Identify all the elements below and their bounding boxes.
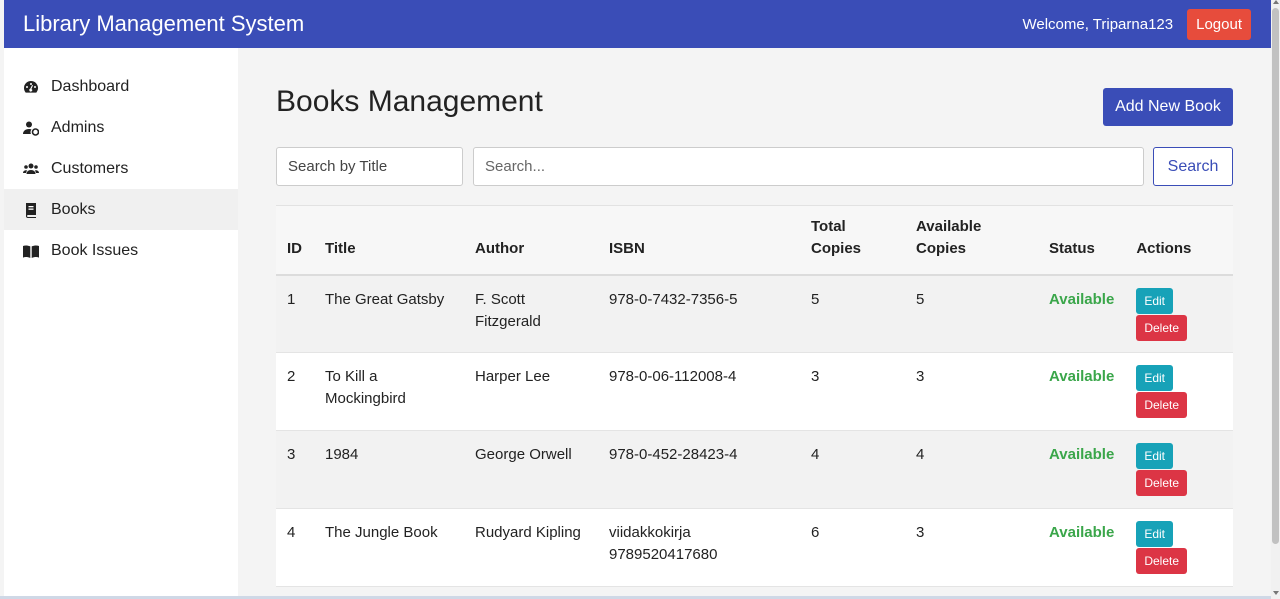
scroll-thumb[interactable] [1272, 8, 1279, 544]
sidebar-item-dashboard[interactable]: Dashboard [4, 66, 238, 107]
column-header-author: Author [464, 205, 598, 276]
sidebar-item-customers[interactable]: Customers [4, 148, 238, 189]
welcome-text: Welcome, Triparna123 [1022, 15, 1174, 33]
table-row: 2 To Kill a Mockingbird Harper Lee 978-0… [276, 352, 1233, 431]
cell-title: 1984 [314, 430, 464, 509]
status-badge: Available [1038, 508, 1126, 587]
add-new-book-button[interactable]: Add New Book [1103, 88, 1233, 126]
main-content: Books Management Add New Book Search by … [238, 48, 1271, 599]
sidebar-item-book-issues[interactable]: Book Issues [4, 230, 238, 271]
cell-author: Harper Lee [464, 352, 598, 431]
cell-title: The Jungle Book [314, 508, 464, 587]
cell-total-copies: 4 [800, 430, 905, 509]
column-header-available-copies: Available Copies [905, 205, 1038, 276]
cell-available-copies: 3 [905, 352, 1038, 431]
cell-actions: Edit Delete [1125, 508, 1233, 587]
status-badge: Available [1038, 430, 1126, 509]
cell-total-copies: 5 [800, 274, 905, 353]
delete-button[interactable]: Delete [1136, 548, 1187, 574]
cell-available-copies: 5 [905, 274, 1038, 353]
status-badge: Available [1038, 274, 1126, 353]
scroll-up-arrow-icon[interactable] [1273, 0, 1279, 4]
cell-author: F. Scott Fitzgerald [464, 274, 598, 353]
cell-id: 2 [276, 352, 314, 431]
scroll-down-arrow-icon[interactable] [1273, 591, 1279, 595]
delete-button[interactable]: Delete [1136, 392, 1187, 418]
edit-button[interactable]: Edit [1136, 443, 1173, 469]
cell-available-copies: 4 [905, 430, 1038, 509]
column-header-status: Status [1038, 205, 1126, 276]
column-header-id: ID [276, 205, 314, 276]
cell-total-copies: 3 [800, 352, 905, 431]
edit-button[interactable]: Edit [1136, 521, 1173, 547]
logout-button[interactable]: Logout [1187, 8, 1251, 40]
user-area: Welcome, Triparna123 Logout [1022, 8, 1251, 40]
book-open-icon [23, 243, 39, 259]
tachometer-icon [23, 79, 39, 95]
search-field-selected: Search by Title [288, 158, 388, 175]
cell-isbn: 978-0-7432-7356-5 [598, 274, 800, 353]
sidebar: Dashboard Admins Customers Books Book Is… [4, 48, 238, 599]
cell-title: The Great Gatsby [314, 274, 464, 353]
cell-id: 4 [276, 508, 314, 587]
top-navbar: Library Management System Welcome, Tripa… [4, 0, 1271, 48]
sidebar-item-label: Customers [51, 159, 129, 177]
books-table: ID Title Author ISBN Total Copies Availa… [276, 205, 1233, 587]
sidebar-item-admins[interactable]: Admins [4, 107, 238, 148]
sidebar-item-label: Book Issues [51, 241, 139, 259]
sidebar-item-label: Admins [51, 118, 105, 136]
sidebar-item-books[interactable]: Books [4, 189, 238, 230]
cell-actions: Edit Delete [1125, 430, 1233, 509]
table-row: 4 The Jungle Book Rudyard Kipling viidak… [276, 508, 1233, 587]
app-title[interactable]: Library Management System [23, 11, 304, 37]
delete-button[interactable]: Delete [1136, 314, 1187, 341]
search-field-select[interactable]: Search by Title [276, 147, 463, 186]
cell-actions: Edit Delete [1125, 274, 1233, 353]
cell-author: Rudyard Kipling [464, 508, 598, 587]
column-header-title: Title [314, 205, 464, 276]
vertical-scrollbar[interactable] [1271, 0, 1280, 599]
book-icon [23, 202, 39, 218]
cell-isbn: 978-0-06-112008-4 [598, 352, 800, 431]
sidebar-item-label: Books [51, 200, 96, 218]
cell-isbn: viidakkokirja 9789520417680 [598, 508, 800, 587]
users-icon [23, 161, 39, 177]
table-header-row: ID Title Author ISBN Total Copies Availa… [276, 205, 1233, 276]
page-title: Books Management [276, 85, 543, 118]
cell-isbn: 978-0-452-28423-4 [598, 430, 800, 509]
column-header-actions: Actions [1125, 205, 1233, 276]
cell-actions: Edit Delete [1125, 352, 1233, 431]
status-badge: Available [1038, 352, 1126, 431]
cell-id: 3 [276, 430, 314, 509]
table-row: 1 The Great Gatsby F. Scott Fitzgerald 9… [276, 274, 1233, 353]
user-cog-icon [23, 120, 39, 136]
search-input[interactable] [473, 147, 1144, 186]
column-header-total-copies: Total Copies [800, 205, 905, 276]
edit-button[interactable]: Edit [1136, 365, 1173, 391]
cell-id: 1 [276, 274, 314, 353]
cell-author: George Orwell [464, 430, 598, 509]
cell-available-copies: 3 [905, 508, 1038, 587]
cell-title: To Kill a Mockingbird [314, 352, 464, 431]
table-row: 3 1984 George Orwell 978-0-452-28423-4 4… [276, 430, 1233, 509]
edit-button[interactable]: Edit [1136, 287, 1173, 314]
delete-button[interactable]: Delete [1136, 470, 1187, 496]
cell-total-copies: 6 [800, 508, 905, 587]
column-header-isbn: ISBN [598, 205, 800, 276]
search-button[interactable]: Search [1153, 147, 1233, 186]
sidebar-item-label: Dashboard [51, 77, 130, 95]
